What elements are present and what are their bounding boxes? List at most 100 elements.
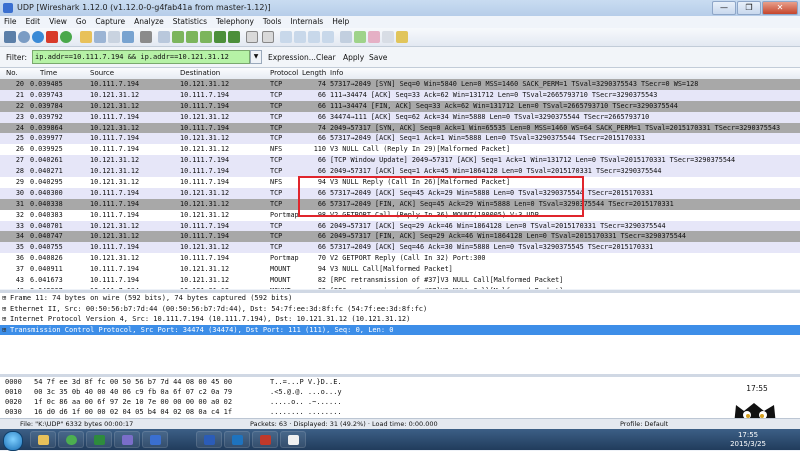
open-file-icon[interactable] xyxy=(80,31,92,43)
col-protocol[interactable]: Protocol xyxy=(270,69,298,77)
zoom-in-icon[interactable] xyxy=(280,31,292,43)
menu-telephony[interactable]: Telephony xyxy=(216,16,254,28)
menu-view[interactable]: View xyxy=(49,16,67,28)
options-icon[interactable] xyxy=(18,31,30,43)
expand-icon[interactable]: ⊞ xyxy=(2,293,10,304)
packet-row[interactable]: 37 0.040911 10.111.7.194 10.121.31.12 MOUNT 9… xyxy=(0,264,800,276)
taskbar-chrome[interactable] xyxy=(58,431,84,448)
packet-row[interactable]: 31 0.040338 10.111.7.194 10.121.31.12 TCP 66 5… xyxy=(0,198,800,210)
start-button[interactable] xyxy=(3,431,23,451)
packet-row[interactable]: 20 0.039485 10.111.7.194 10.121.31.12 TCP 74 5… xyxy=(0,79,800,90)
status-profile[interactable]: Profile: Default xyxy=(620,420,668,428)
start-capture-icon[interactable] xyxy=(32,31,44,43)
stop-capture-icon[interactable] xyxy=(46,31,58,43)
close-file-icon[interactable] xyxy=(108,31,120,43)
detail-tree-item[interactable]: ⊞ Frame 11: 74 bytes on wire (592 bits), … xyxy=(0,293,800,304)
packet-row[interactable]: 21 0.039743 10.121.31.12 10.111.7.194 TCP 66 1… xyxy=(0,89,800,101)
hex-row[interactable]: 0030 16 d0 d6 1f 00 00 02 04 05 b4 04 02 … xyxy=(0,407,800,417)
interfaces-icon[interactable] xyxy=(4,31,16,43)
menu-statistics[interactable]: Statistics xyxy=(173,16,207,28)
expand-icon[interactable]: ⊞ xyxy=(2,304,10,315)
taskbar-notes[interactable] xyxy=(280,431,306,448)
col-length[interactable]: Length xyxy=(302,69,326,77)
autoscroll-icon[interactable] xyxy=(262,31,274,43)
save-file-icon[interactable] xyxy=(94,31,106,43)
resize-columns-icon[interactable] xyxy=(322,31,334,43)
last-packet-icon[interactable] xyxy=(228,31,240,43)
col-source[interactable]: Source xyxy=(90,69,114,77)
packet-row[interactable]: 35 0.040755 10.111.7.194 10.121.31.12 TCP 66 5… xyxy=(0,242,800,254)
packet-row[interactable]: 29 0.040295 10.121.31.12 10.111.7.194 NFS 94 V… xyxy=(0,177,800,188)
taskbar-word[interactable] xyxy=(196,431,222,448)
taskbar-excel[interactable] xyxy=(86,431,112,448)
menu-capture[interactable]: Capture xyxy=(95,16,125,28)
packet-details[interactable]: ⊞ Frame 11: 74 bytes on wire (592 bits), … xyxy=(0,290,800,376)
col-info[interactable]: Info xyxy=(330,69,343,77)
back-icon[interactable] xyxy=(172,31,184,43)
col-time[interactable]: Time xyxy=(40,69,57,77)
maximize-button[interactable]: ❐ xyxy=(737,1,761,15)
col-no[interactable]: No. xyxy=(6,69,18,77)
packet-row[interactable]: 24 0.039864 10.121.31.12 10.111.7.194 TCP 74 2… xyxy=(0,122,800,134)
minimize-button[interactable]: — xyxy=(712,1,736,15)
menu-file[interactable]: File xyxy=(4,16,17,28)
menu-help[interactable]: Help xyxy=(332,16,349,28)
detail-tree-item[interactable]: ⊞ Ethernet II, Src: 00:50:56:b7:7d:44 (00… xyxy=(0,304,800,315)
packet-row[interactable]: 27 0.040261 10.121.31.12 10.111.7.194 TCP 66 [… xyxy=(0,155,800,167)
first-packet-icon[interactable] xyxy=(214,31,226,43)
forward-icon[interactable] xyxy=(186,31,198,43)
packet-row[interactable]: 23 0.039792 10.111.7.194 10.121.31.12 TCP 66 3… xyxy=(0,111,800,123)
menu-internals[interactable]: Internals xyxy=(290,16,323,28)
packet-row[interactable]: 28 0.040271 10.121.31.12 10.111.7.194 TCP 66 2… xyxy=(0,166,800,178)
clear-button[interactable]: Clear xyxy=(316,53,336,62)
display-filter-input[interactable]: ip.addr==10.111.7.194 && ip.addr==10.121… xyxy=(32,50,250,64)
expand-icon[interactable]: ⊞ xyxy=(2,314,10,325)
taskbar-wireshark[interactable] xyxy=(142,431,168,448)
print-icon[interactable] xyxy=(140,31,152,43)
menu-tools[interactable]: Tools xyxy=(263,16,281,28)
taskbar-app[interactable] xyxy=(114,431,140,448)
menu-analyze[interactable]: Analyze xyxy=(134,16,164,28)
menu-go[interactable]: Go xyxy=(76,16,86,28)
hex-row[interactable]: 0000 54 7f ee 3d 8f fc 00 50 56 b7 7d 44 … xyxy=(0,377,800,387)
hex-row[interactable]: 0010 00 3c 35 0b 40 00 40 06 c9 fb 0a 6f … xyxy=(0,387,800,397)
find-icon[interactable] xyxy=(158,31,170,43)
taskbar-tool[interactable] xyxy=(252,431,278,448)
preferences-icon[interactable] xyxy=(382,31,394,43)
close-button[interactable]: ✕ xyxy=(762,1,798,15)
packet-row[interactable]: 25 0.039977 10.111.7.194 10.121.31.12 TCP 66 5… xyxy=(0,133,800,145)
help-icon[interactable] xyxy=(396,31,408,43)
packet-row[interactable]: 32 0.040383 10.111.7.194 10.121.31.12 Portma… xyxy=(0,209,800,221)
coloring-rules-icon[interactable] xyxy=(368,31,380,43)
apply-button[interactable]: Apply xyxy=(343,53,364,62)
col-destination[interactable]: Destination xyxy=(180,69,220,77)
capture-filters-icon[interactable] xyxy=(340,31,352,43)
packet-list[interactable]: 20 0.039485 10.111.7.194 10.121.31.12 TCP 74 5… xyxy=(0,79,800,289)
taskbar-explorer[interactable] xyxy=(30,431,56,448)
packet-row[interactable]: 33 0.040701 10.121.31.12 10.111.7.194 TCP 66 2… xyxy=(0,220,800,232)
goto-icon[interactable] xyxy=(200,31,212,43)
packet-row[interactable]: 49 8.042307 10.111.7.194 10.121.31.12 MOUNT 8… xyxy=(0,285,800,289)
filter-dropdown-icon[interactable]: ▼ xyxy=(250,50,262,64)
reload-icon[interactable] xyxy=(122,31,134,43)
colorize-icon[interactable] xyxy=(246,31,258,43)
tray-clock[interactable]: 17:55 2015/3/25 xyxy=(730,431,766,449)
display-filters-icon[interactable] xyxy=(354,31,366,43)
menu-edit[interactable]: Edit xyxy=(26,16,41,28)
zoom-out-icon[interactable] xyxy=(294,31,306,43)
save-filter-button[interactable]: Save xyxy=(369,53,387,62)
packet-row[interactable]: 34 0.040747 10.121.31.12 10.111.7.194 TCP 66 2… xyxy=(0,231,800,243)
packet-row[interactable]: 26 0.039925 10.111.7.194 10.121.31.12 NFS 110… xyxy=(0,144,800,156)
detail-tree-item[interactable]: ⊞ Internet Protocol Version 4, Src: 10.11… xyxy=(0,314,800,325)
packet-row[interactable]: 43 6.041673 10.111.7.194 10.121.31.12 MOUNT 8… xyxy=(0,275,800,286)
packet-row[interactable]: 36 0.040826 10.121.31.12 10.111.7.194 Portma… xyxy=(0,253,800,265)
expand-icon[interactable]: ⊞ xyxy=(2,325,10,336)
restart-capture-icon[interactable] xyxy=(60,31,72,43)
normal-size-icon[interactable] xyxy=(308,31,320,43)
taskbar-outlook[interactable] xyxy=(224,431,250,448)
detail-tree-item[interactable]: ⊞ Transmission Control Protocol, Src Port… xyxy=(0,324,800,336)
hex-row[interactable]: 0020 1f 0c 86 aa 00 6f 97 2e 10 7e 00 00 … xyxy=(0,397,800,407)
packet-row[interactable]: 22 0.039784 10.121.31.12 10.111.7.194 TCP 66 1… xyxy=(0,100,800,112)
packet-row[interactable]: 30 0.040300 10.111.7.194 10.121.31.12 TCP 66 5… xyxy=(0,187,800,199)
expression-button[interactable]: Expression... xyxy=(268,53,316,62)
